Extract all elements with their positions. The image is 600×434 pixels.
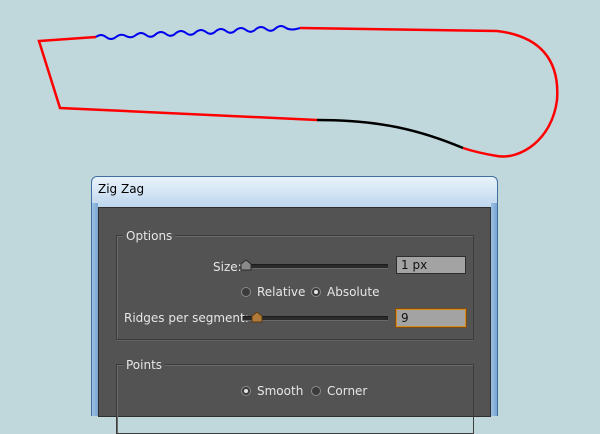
relative-label: Relative: [257, 285, 306, 299]
size-slider-track[interactable]: [245, 264, 388, 269]
size-label: Size:: [213, 260, 242, 274]
relative-radio[interactable]: [241, 287, 251, 297]
options-group-title: Options: [123, 229, 176, 243]
ridges-slider-thumb[interactable]: [251, 311, 263, 323]
path-blue-zigzag-segment[interactable]: [95, 25, 301, 40]
dialog-title: Zig Zag: [98, 182, 145, 196]
size-input[interactable]: 1 px: [396, 256, 466, 274]
absolute-radio[interactable]: [311, 287, 321, 297]
points-group-title: Points: [123, 358, 166, 372]
smooth-radio[interactable]: [241, 386, 251, 396]
corner-radio[interactable]: [311, 386, 321, 396]
options-group: Options Size: 1 px Relative Absolute Rid…: [116, 229, 474, 340]
corner-label: Corner: [327, 384, 368, 398]
path-red-segment[interactable]: [299, 26, 559, 158]
points-group: Points Smooth Corner: [116, 358, 474, 434]
absolute-label: Absolute: [327, 285, 380, 299]
zigzag-dialog: Zig Zag Options Size: 1 px Relative Abso…: [91, 176, 498, 434]
dialog-client-area: Options Size: 1 px Relative Absolute Rid…: [98, 207, 491, 434]
path-red-segment-lower[interactable]: [37, 35, 318, 122]
ridges-input[interactable]: 9: [396, 309, 466, 327]
ridges-label: Ridges per segment:: [124, 311, 249, 325]
window-frame-right: [491, 203, 497, 416]
ridges-slider-track[interactable]: [243, 316, 388, 321]
smooth-label: Smooth: [257, 384, 304, 398]
path-black-segment[interactable]: [316, 118, 464, 150]
size-slider-thumb[interactable]: [240, 259, 252, 271]
